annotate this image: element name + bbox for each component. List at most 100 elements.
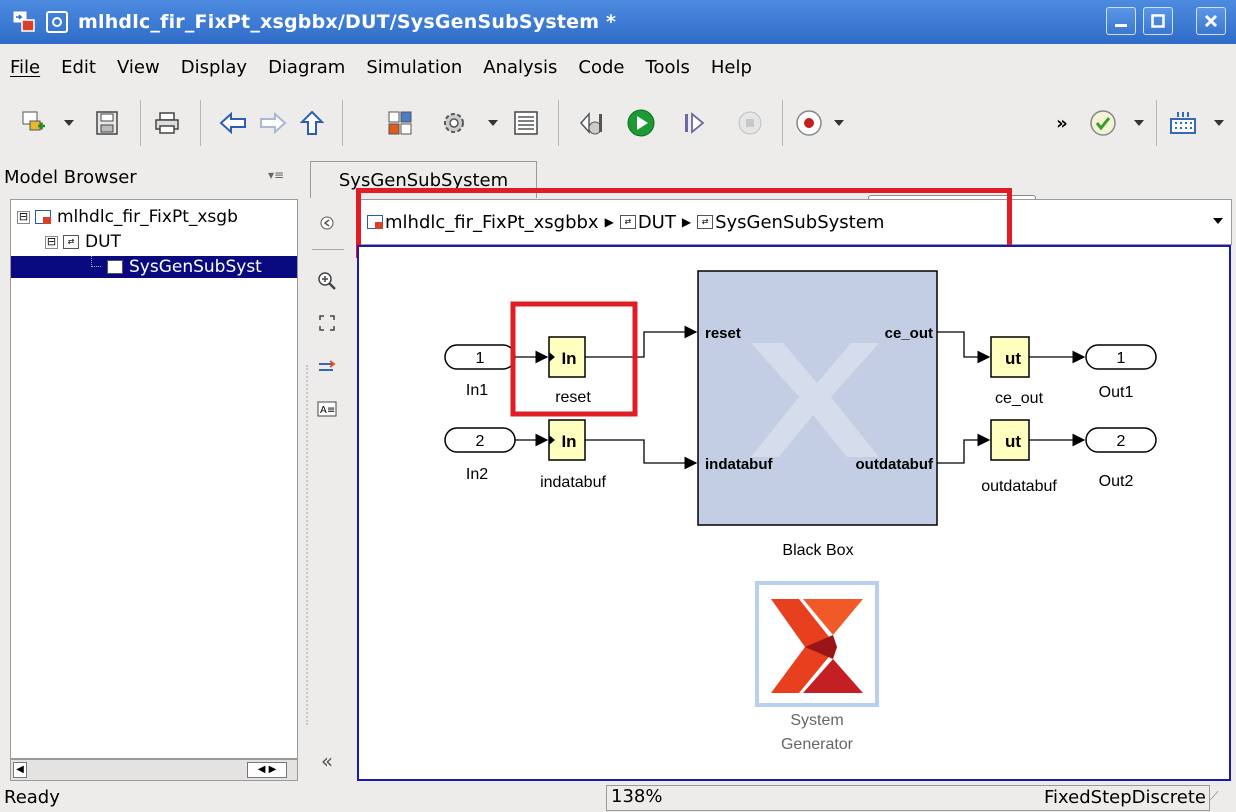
resize-grip-icon[interactable]: ⟋ (1210, 789, 1218, 804)
gateway-in-text: In (561, 432, 576, 451)
close-button[interactable] (1196, 7, 1226, 35)
keyboard-icon[interactable] (1168, 108, 1198, 138)
check-dropdown[interactable] (1132, 108, 1146, 138)
tree-item-label: DUT (85, 232, 121, 252)
toolbar: » (0, 90, 1236, 229)
diagram-canvas[interactable]: 1 In1 2 In2 In reset In indatabuf reset … (357, 245, 1231, 781)
hide-browser-icon[interactable] (314, 211, 340, 235)
menu-bar: File Edit View Display Diagram Simulatio… (0, 44, 1236, 90)
in2-label: In2 (466, 466, 488, 483)
simulink-model-icon (12, 9, 38, 35)
gateway-reset-label: reset (555, 389, 591, 406)
step-back-icon[interactable] (576, 108, 606, 138)
menu-display[interactable]: Display (181, 57, 247, 78)
record-icon[interactable] (794, 108, 824, 138)
config-dropdown[interactable] (486, 108, 500, 138)
model-icon (35, 210, 51, 224)
sysgen-label-line1: System (790, 712, 843, 729)
system-generator-block[interactable]: System Generator (755, 581, 879, 753)
stop-icon (736, 108, 764, 138)
port-outdatabuf-label: outdatabuf (856, 456, 934, 473)
model-browser-title: Model Browser (4, 166, 137, 188)
new-model-icon[interactable] (20, 108, 48, 138)
gateway-out-text: ut (1005, 432, 1021, 451)
scroll-left-icon[interactable]: ◀ (13, 762, 27, 778)
gateway-in-reset[interactable]: In reset (548, 336, 591, 406)
signal-arrows-icon[interactable] (314, 355, 340, 379)
window-title: mlhdlc_fir_FixPt_xsgbbx/DUT/SysGenSubSys… (78, 11, 617, 33)
gateway-in-indatabuf[interactable]: In indatabuf (540, 419, 606, 491)
tree-item-label: mlhdlc_fir_FixPt_xsgb (57, 207, 238, 227)
horizontal-scrollbar[interactable]: ◀ ◀ ▶ (10, 759, 298, 781)
up-arrow-icon[interactable] (298, 108, 326, 138)
tree-item-label: SysGenSubSyst (129, 257, 262, 277)
gateway-ce-out-label: ce_out (995, 390, 1044, 407)
check-icon[interactable] (1088, 108, 1118, 138)
tree-item-model[interactable]: ⊟ mlhdlc_fir_FixPt_xsgb (17, 206, 295, 228)
port-ce-out-label: ce_out (885, 325, 933, 342)
status-text: Ready (4, 787, 60, 808)
outport-out1[interactable]: 1 Out1 (1085, 344, 1157, 401)
sysgen-label-line2: Generator (781, 736, 854, 753)
out2-label: Out2 (1099, 473, 1134, 490)
black-box-block[interactable]: reset indatabuf ce_out outdatabuf Black … (697, 270, 938, 559)
outport-out2[interactable]: 2 Out2 (1085, 427, 1157, 490)
subsystem-icon: ⇄ (107, 260, 123, 274)
collapse-icon[interactable]: ⊟ (17, 210, 30, 224)
save-icon[interactable] (94, 108, 120, 138)
keyboard-dropdown[interactable] (1212, 108, 1226, 138)
annotation-icon[interactable]: A≡ (314, 397, 340, 421)
in2-number: 2 (476, 433, 485, 450)
toolbar-overflow[interactable]: » (1052, 108, 1072, 138)
gateway-out-ce-out[interactable]: ut ce_out (990, 336, 1044, 407)
inport-in1[interactable]: 1 In1 (444, 344, 516, 399)
tree-item-dut[interactable]: ⊟ ⇄ DUT (45, 231, 121, 253)
fit-to-view-icon[interactable] (314, 311, 340, 335)
model-explorer-icon[interactable] (512, 108, 540, 138)
out1-label: Out1 (1099, 384, 1134, 401)
new-model-dropdown[interactable] (62, 108, 76, 138)
solver-name: FixedStepDiscrete (1044, 787, 1206, 808)
out2-number: 2 (1117, 433, 1126, 450)
status-bar: Ready 138% FixedStepDiscrete ⟋ (0, 783, 1236, 812)
back-arrow-icon[interactable] (218, 108, 248, 138)
run-icon[interactable] (626, 108, 656, 138)
menu-help[interactable]: Help (711, 57, 752, 78)
maximize-button[interactable] (1143, 7, 1173, 35)
window-menu-button[interactable] (46, 11, 68, 33)
gateway-in-text: In (561, 349, 576, 368)
gateway-out-outdatabuf[interactable]: ut outdatabuf (981, 419, 1057, 495)
library-browser-icon[interactable] (386, 108, 414, 138)
in1-number: 1 (476, 350, 485, 367)
inport-in2[interactable]: 2 In2 (444, 427, 516, 483)
port-reset-label: reset (705, 325, 741, 342)
zoom-in-icon[interactable] (314, 269, 340, 293)
record-dropdown[interactable] (832, 108, 846, 138)
gateway-out-text: ut (1005, 349, 1021, 368)
port-indatabuf-label: indatabuf (705, 456, 773, 473)
menu-view[interactable]: View (117, 57, 160, 78)
breadcrumb-dropdown[interactable] (1213, 218, 1223, 224)
menu-tools[interactable]: Tools (646, 57, 690, 78)
gear-icon[interactable] (440, 108, 468, 138)
out1-number: 1 (1117, 350, 1126, 367)
tree-item-sysgensubsystem[interactable]: ⇄ SysGenSubSyst (11, 256, 297, 278)
collapse-double-chevron-icon[interactable]: « (314, 749, 340, 773)
scroll-arrows-icon[interactable]: ◀ ▶ (247, 762, 287, 778)
menu-edit[interactable]: Edit (61, 57, 96, 78)
menu-code[interactable]: Code (578, 57, 624, 78)
menu-simulation[interactable]: Simulation (366, 57, 462, 78)
canvas-side-toolbar: A≡ « (306, 199, 356, 782)
step-forward-icon[interactable] (680, 108, 708, 138)
collapse-icon[interactable]: ⊟ (45, 235, 58, 249)
gateway-outdatabuf-label: outdatabuf (981, 478, 1057, 495)
browser-menu-icon[interactable]: ▾≡ (268, 168, 284, 182)
menu-file[interactable]: File (10, 57, 40, 78)
menu-analysis[interactable]: Analysis (483, 57, 557, 78)
print-icon[interactable] (152, 108, 182, 138)
menu-diagram[interactable]: Diagram (268, 57, 345, 78)
minimize-button[interactable] (1106, 7, 1136, 35)
black-box-label: Black Box (782, 542, 853, 559)
svg-text:A≡: A≡ (320, 405, 335, 416)
model-browser-header: Model Browser ▾≡ (0, 158, 304, 196)
